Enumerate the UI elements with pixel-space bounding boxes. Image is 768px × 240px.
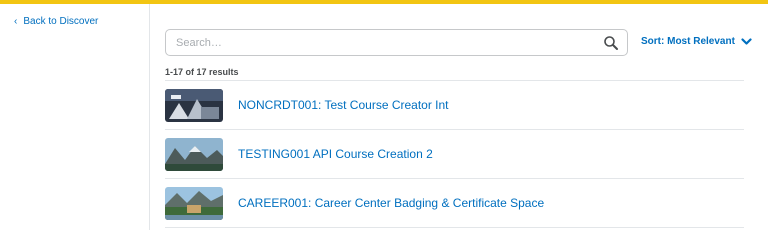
course-thumbnail[interactable] <box>165 137 223 171</box>
sort-dropdown[interactable]: Sort: Most Relevant <box>641 36 752 47</box>
list-item: CAREER001: Career Center Badging & Certi… <box>165 178 744 227</box>
course-title-link[interactable]: CAREER001: Career Center Badging & Certi… <box>238 196 544 210</box>
back-to-discover-link[interactable]: ‹ Back to Discover <box>14 16 98 27</box>
results-count: 1-17 of 17 results <box>165 67 239 77</box>
course-list: NONCRDT001: Test Course Creator Int TEST… <box>165 80 744 228</box>
back-link-label: Back to Discover <box>23 16 99 27</box>
course-thumbnail[interactable] <box>165 186 223 220</box>
sort-label: Sort: Most Relevant <box>641 36 735 47</box>
course-title-link[interactable]: TESTING001 API Course Creation 2 <box>238 147 433 161</box>
sidebar: ‹ Back to Discover <box>0 4 150 230</box>
course-title-link[interactable]: NONCRDT001: Test Course Creator Int <box>238 98 449 112</box>
search-icon[interactable] <box>603 35 619 51</box>
search-box <box>165 29 628 56</box>
course-thumbnail[interactable] <box>165 88 223 122</box>
chevron-down-icon <box>741 37 752 45</box>
chevron-left-icon: ‹ <box>14 15 18 27</box>
list-divider <box>165 227 744 228</box>
list-item: NONCRDT001: Test Course Creator Int <box>165 80 744 129</box>
list-item: TESTING001 API Course Creation 2 <box>165 129 744 178</box>
search-input[interactable] <box>166 30 596 55</box>
